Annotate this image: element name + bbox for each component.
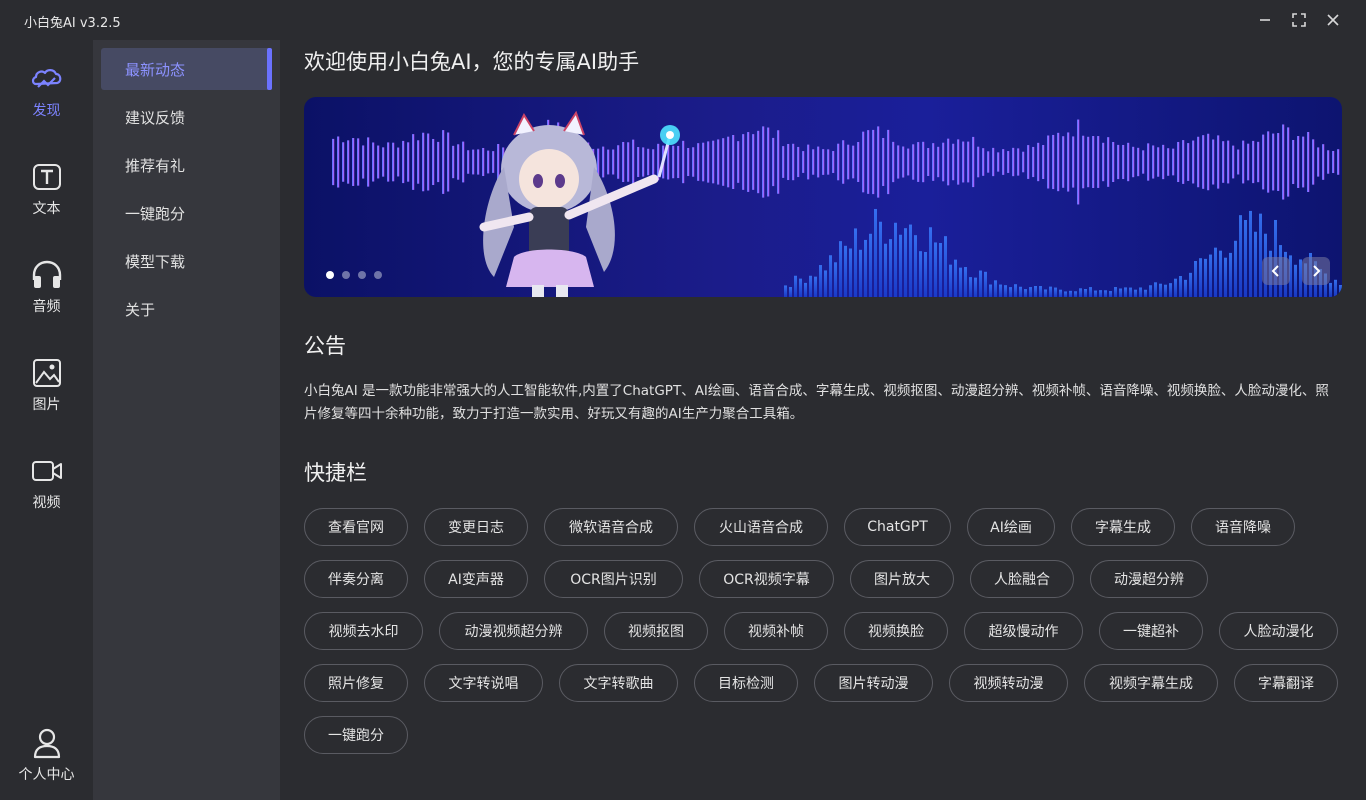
shortcut-chip[interactable]: OCR图片识别 — [544, 560, 683, 598]
shortcut-chip[interactable]: 目标检测 — [694, 664, 798, 702]
rail-label: 视频 — [32, 495, 61, 511]
video-icon — [30, 454, 64, 488]
carousel-dots — [326, 271, 382, 279]
carousel-dot[interactable] — [374, 271, 382, 279]
rail-item-audio[interactable]: 音频 — [0, 258, 93, 338]
shortcut-chip[interactable]: 一键超补 — [1099, 612, 1203, 650]
text-icon — [30, 160, 64, 194]
secondary-sidebar: 最新动态 建议反馈 推荐有礼 一键跑分 模型下载 关于 — [93, 40, 280, 800]
shortcut-chip[interactable]: OCR视频字幕 — [699, 560, 834, 598]
app-window: 小白兔AI v3.2.5 发现 文本 音频 图片 视频 个人中心 最新动态 建议… — [0, 0, 1366, 800]
chevron-right-icon — [1313, 265, 1321, 277]
carousel-dot[interactable] — [342, 271, 350, 279]
carousel-dot[interactable] — [358, 271, 366, 279]
banner-image — [332, 110, 1342, 297]
rail-label: 文本 — [32, 201, 61, 217]
rail-item-discover[interactable]: 发现 — [0, 62, 93, 142]
carousel-prev-button[interactable] — [1262, 257, 1290, 285]
subnav-item-feedback[interactable]: 建议反馈 — [101, 96, 272, 138]
rail-item-text[interactable]: 文本 — [0, 160, 93, 240]
cloud-icon — [30, 62, 64, 96]
shortcut-chip[interactable]: 伴奏分离 — [304, 560, 408, 598]
shortcut-chip[interactable]: 视频换脸 — [844, 612, 948, 650]
subnav-item-news[interactable]: 最新动态 — [101, 48, 272, 90]
notice-title: 公告 — [304, 334, 346, 358]
subnav-item-about[interactable]: 关于 — [101, 288, 272, 330]
app-title: 小白兔AI v3.2.5 — [24, 16, 121, 31]
maximize-button[interactable] — [1287, 8, 1311, 32]
shortcut-chip[interactable]: AI变声器 — [424, 560, 528, 598]
shortcuts-title: 快捷栏 — [304, 461, 367, 485]
headphones-icon — [30, 258, 64, 292]
user-center-button[interactable]: 个人中心 — [0, 726, 93, 800]
shortcut-chip[interactable]: 动漫超分辨 — [1090, 560, 1208, 598]
chevron-left-icon — [1271, 265, 1279, 277]
notice-text: 小白兔AI 是一款功能非常强大的人工智能软件,内置了ChatGPT、AI绘画、语… — [304, 383, 1329, 422]
rail-label: 图片 — [32, 397, 61, 413]
shortcut-chip[interactable]: 动漫视频超分辨 — [439, 612, 588, 650]
shortcut-chip[interactable]: 视频抠图 — [604, 612, 708, 650]
minimize-icon — [1260, 19, 1270, 21]
shortcut-chip[interactable]: 变更日志 — [424, 508, 528, 546]
shortcut-chip[interactable]: 视频补帧 — [724, 612, 828, 650]
rail-label: 个人中心 — [18, 767, 75, 783]
carousel-next-button[interactable] — [1302, 257, 1330, 285]
banner-carousel[interactable] — [304, 97, 1342, 297]
shortcut-chip[interactable]: 火山语音合成 — [694, 508, 828, 546]
image-icon — [30, 356, 64, 390]
title-bar: 小白兔AI v3.2.5 — [0, 0, 1366, 40]
shortcut-chip[interactable]: 照片修复 — [304, 664, 408, 702]
shortcut-chip[interactable]: 一键跑分 — [304, 716, 408, 754]
shortcut-chip[interactable]: 图片放大 — [850, 560, 954, 598]
shortcut-chip[interactable]: 语音降噪 — [1191, 508, 1295, 546]
shortcut-chip[interactable]: 文字转歌曲 — [559, 664, 678, 702]
shortcut-chip[interactable]: 人脸动漫化 — [1219, 612, 1338, 650]
subnav-item-benchmark[interactable]: 一键跑分 — [101, 192, 272, 234]
minimize-button[interactable] — [1253, 8, 1277, 32]
shortcut-chip[interactable]: AI绘画 — [967, 508, 1055, 546]
user-icon — [30, 726, 64, 760]
rail-label: 发现 — [32, 103, 61, 119]
rail-item-video[interactable]: 视频 — [0, 454, 93, 534]
carousel-dot[interactable] — [326, 271, 334, 279]
maximize-icon — [1292, 13, 1306, 27]
shortcut-chip[interactable]: 视频转动漫 — [949, 664, 1068, 702]
page-title: 欢迎使用小白兔AI，您的专属AI助手 — [304, 50, 640, 74]
shortcut-chip[interactable]: ChatGPT — [844, 508, 951, 546]
shortcut-chip[interactable]: 查看官网 — [304, 508, 408, 546]
shortcut-chip[interactable]: 微软语音合成 — [544, 508, 678, 546]
rail-item-image[interactable]: 图片 — [0, 356, 93, 436]
shortcut-chip[interactable]: 超级慢动作 — [964, 612, 1083, 650]
shortcut-chip[interactable]: 字幕翻译 — [1234, 664, 1338, 702]
subnav-item-model-download[interactable]: 模型下载 — [101, 240, 272, 282]
subnav-item-referral[interactable]: 推荐有礼 — [101, 144, 272, 186]
shortcut-chip[interactable]: 图片转动漫 — [814, 664, 933, 702]
shortcut-chip[interactable]: 字幕生成 — [1071, 508, 1175, 546]
close-icon — [1327, 14, 1339, 26]
shortcut-chip[interactable]: 人脸融合 — [970, 560, 1074, 598]
shortcut-chip[interactable]: 视频去水印 — [304, 612, 423, 650]
icon-rail: 发现 文本 音频 图片 视频 个人中心 — [0, 40, 93, 800]
shortcut-chip[interactable]: 视频字幕生成 — [1084, 664, 1218, 702]
close-button[interactable] — [1321, 8, 1345, 32]
rail-label: 音频 — [32, 299, 61, 315]
character-illustration — [479, 110, 680, 297]
shortcut-chip[interactable]: 文字转说唱 — [424, 664, 543, 702]
